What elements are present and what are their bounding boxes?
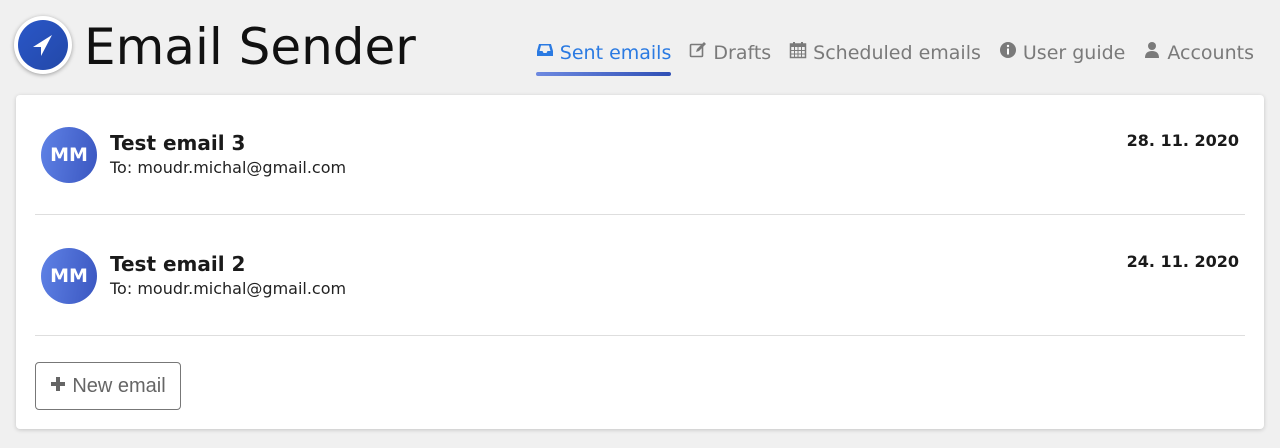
tab-accounts-label: Accounts [1167, 42, 1254, 64]
tab-sent-emails-label: Sent emails [559, 42, 672, 64]
email-recipient: To: moudr.michal@gmail.com [110, 158, 347, 177]
main-nav: Sent emails Drafts Scheduled emails User… [535, 40, 1254, 80]
avatar: MM [41, 248, 97, 304]
email-date: 24. 11. 2020 [1126, 252, 1239, 271]
tab-drafts[interactable]: Drafts [689, 40, 771, 67]
email-list-item[interactable]: MM Test email 2 To: moudr.michal@gmail.c… [35, 216, 1245, 336]
paper-plane-icon [18, 20, 68, 70]
user-icon [1143, 40, 1161, 67]
email-recipient: To: moudr.michal@gmail.com [110, 279, 347, 298]
edit-icon [689, 40, 707, 67]
app-header: Email Sender Sent emails Drafts Schedule… [0, 0, 1280, 90]
sent-emails-card: MM Test email 3 To: moudr.michal@gmail.c… [16, 95, 1264, 429]
tab-scheduled-emails-label: Scheduled emails [813, 42, 981, 64]
tab-scheduled-emails[interactable]: Scheduled emails [789, 40, 981, 67]
avatar: MM [41, 127, 97, 183]
inbox-icon [536, 40, 554, 67]
new-email-button[interactable]: New email [35, 362, 181, 410]
calendar-icon [789, 40, 807, 67]
email-subject: Test email 3 [110, 131, 246, 155]
tab-drafts-label: Drafts [713, 42, 772, 64]
tab-user-guide-label: User guide [1022, 42, 1126, 64]
email-subject: Test email 2 [110, 252, 246, 276]
new-email-label: New email [72, 374, 166, 397]
email-date: 28. 11. 2020 [1126, 131, 1239, 150]
app-title: Email Sender [84, 18, 416, 76]
tab-sent-emails[interactable]: Sent emails [535, 40, 672, 76]
info-icon [999, 40, 1017, 67]
tab-user-guide[interactable]: User guide [999, 40, 1125, 67]
plus-icon [50, 375, 66, 398]
tab-accounts[interactable]: Accounts [1143, 40, 1254, 67]
app-logo[interactable] [14, 16, 72, 74]
email-list-item[interactable]: MM Test email 3 To: moudr.michal@gmail.c… [35, 95, 1245, 215]
